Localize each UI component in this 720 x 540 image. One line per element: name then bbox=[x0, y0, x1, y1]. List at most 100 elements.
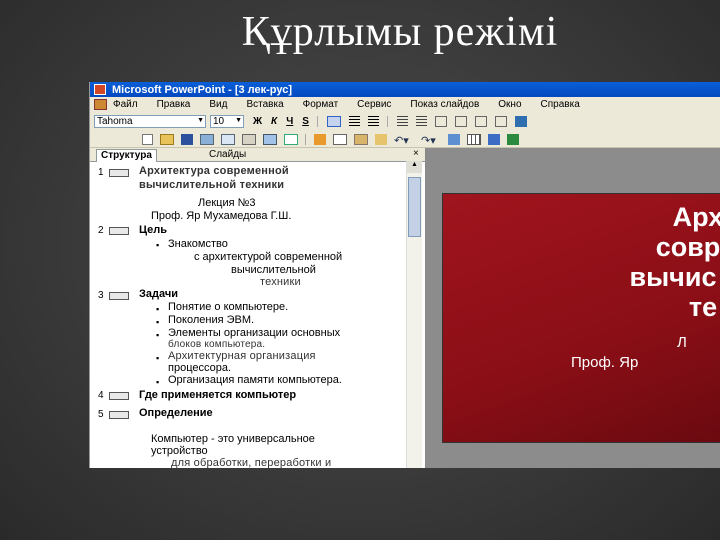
insert-picture-icon[interactable] bbox=[507, 133, 519, 145]
bold-button[interactable]: Ж bbox=[253, 116, 262, 127]
powerpoint-app-icon bbox=[94, 84, 106, 95]
email-icon[interactable] bbox=[221, 133, 235, 145]
align-center-icon[interactable] bbox=[348, 116, 360, 127]
chevron-down-icon: ▼ bbox=[197, 117, 204, 124]
menu-bar: Файл Правка Вид Вставка Формат Сервис По… bbox=[90, 97, 720, 112]
shadow-button[interactable]: S bbox=[302, 116, 309, 127]
font-color-icon[interactable] bbox=[514, 116, 527, 127]
outline-scrollbar[interactable]: ▲ bbox=[406, 161, 422, 468]
slide-number: 4 bbox=[98, 390, 104, 401]
scroll-thumb[interactable] bbox=[408, 177, 421, 237]
new-icon[interactable] bbox=[142, 133, 153, 145]
paste-icon[interactable] bbox=[354, 133, 368, 145]
font-name-value: Tahoma bbox=[97, 116, 133, 127]
tab-slides[interactable]: Слайды bbox=[205, 149, 250, 161]
spelling-icon[interactable] bbox=[284, 133, 298, 145]
outline-slide-title: Архитектура современной bbox=[139, 165, 289, 177]
menu-tools[interactable]: Сервис bbox=[357, 99, 391, 110]
chevron-down-icon: ▼ bbox=[235, 117, 242, 124]
slide-preview-subtitle: Проф. Яр bbox=[571, 354, 639, 371]
slide-icon[interactable] bbox=[109, 411, 129, 419]
outline-bullet: Организация памяти компьютера. bbox=[168, 374, 342, 386]
menu-edit[interactable]: Правка bbox=[157, 99, 191, 110]
menu-view[interactable]: Вид bbox=[209, 99, 227, 110]
slide-icon[interactable] bbox=[109, 227, 129, 235]
slide-number: 3 bbox=[98, 290, 104, 301]
print-icon[interactable] bbox=[242, 133, 256, 145]
permission-icon[interactable] bbox=[200, 133, 214, 145]
bullet-icon: ▪ bbox=[156, 240, 160, 250]
copy-icon[interactable] bbox=[333, 133, 347, 145]
numbering-icon[interactable] bbox=[396, 116, 408, 127]
open-icon[interactable] bbox=[160, 133, 174, 145]
bullets-icon[interactable] bbox=[415, 116, 427, 127]
window-title: Microsoft PowerPoint - [3 лек-рус] bbox=[112, 83, 293, 96]
insert-table-icon[interactable] bbox=[467, 133, 481, 145]
toolbar-separator bbox=[305, 133, 307, 145]
outline-slide-title: Где применяется компьютер bbox=[139, 389, 297, 401]
outline-slide-title-cont: вычислительной техники bbox=[139, 179, 285, 191]
align-left-icon[interactable] bbox=[326, 116, 341, 127]
redo-icon[interactable]: ↷▾ bbox=[421, 134, 441, 147]
decrease-indent-icon[interactable] bbox=[474, 116, 487, 127]
slide-preview-subtitle: Л bbox=[677, 334, 687, 351]
menu-window[interactable]: Окно bbox=[498, 99, 521, 110]
outline-text-line: Компьютер - это универсальное bbox=[151, 433, 315, 445]
slide-preview-title-line: те bbox=[688, 292, 718, 322]
save-icon[interactable] bbox=[181, 133, 193, 145]
outline-bullet-cont: с архитектурой современной bbox=[194, 251, 343, 263]
increase-font-icon[interactable] bbox=[434, 116, 447, 127]
underline-button[interactable]: Ч bbox=[286, 116, 293, 127]
outline-bullet: Поколения ЭВМ. bbox=[168, 314, 255, 326]
font-name-combo[interactable]: Tahoma ▼ bbox=[94, 115, 206, 128]
outline-bullet: Понятие о компьютере. bbox=[168, 301, 289, 313]
bullet-icon: ▪ bbox=[156, 330, 160, 340]
outline-text-line: Лекция №3 bbox=[198, 197, 256, 209]
menu-slideshow[interactable]: Показ слайдов bbox=[410, 99, 479, 110]
slide-icon[interactable] bbox=[109, 169, 129, 177]
outline-bullet: Архитектурная организация bbox=[168, 350, 316, 362]
slide-preview-title-line: совр bbox=[655, 232, 720, 262]
bullet-icon: ▪ bbox=[156, 353, 160, 363]
outline-text-line: устройство bbox=[151, 445, 208, 457]
pane-tabs: Структура Слайды × bbox=[90, 148, 425, 162]
powerpoint-window: Microsoft PowerPoint - [3 лек-рус] Файл … bbox=[89, 82, 720, 468]
undo-icon[interactable]: ↶▾ bbox=[394, 134, 414, 147]
outline-pane: Структура Слайды × 1 Архитектура совреме… bbox=[90, 148, 426, 468]
slide-icon[interactable] bbox=[109, 392, 129, 400]
tables-and-borders-icon[interactable] bbox=[488, 133, 500, 145]
italic-button[interactable]: К bbox=[271, 116, 277, 127]
outline-text-line: Проф. Яр Мухамедова Г.Ш. bbox=[151, 210, 292, 222]
outline-bullet-cont: процессора. bbox=[168, 362, 232, 374]
close-pane-button[interactable]: × bbox=[413, 148, 419, 159]
menu-help[interactable]: Справка bbox=[541, 99, 580, 110]
format-painter-icon[interactable] bbox=[375, 133, 387, 145]
cut-icon[interactable] bbox=[314, 133, 326, 145]
formatting-toolbar: Tahoma ▼ 10 ▼ Ж К Ч S bbox=[90, 112, 720, 132]
font-size-combo[interactable]: 10 ▼ bbox=[210, 115, 244, 128]
outline-bullet-cont: техники bbox=[260, 276, 301, 288]
outline-slide-title: Определение bbox=[139, 407, 213, 419]
outline-slide-title: Цель bbox=[139, 224, 168, 236]
outline-bullet-cont: блоков компьютера. bbox=[168, 339, 266, 350]
slide-icon[interactable] bbox=[109, 292, 129, 300]
outline-text[interactable]: 1 Архитектура современной вычислительной… bbox=[90, 161, 405, 468]
outline-text-line: для обработки, переработки и bbox=[171, 457, 332, 468]
slide-preview[interactable]: Арх совр вычис те Л Проф. Яр bbox=[442, 193, 720, 443]
menu-format[interactable]: Формат bbox=[303, 99, 339, 110]
slide-number: 1 bbox=[98, 167, 104, 178]
standard-toolbar: ↶▾ ↷▾ bbox=[90, 131, 720, 148]
decrease-font-icon[interactable] bbox=[454, 116, 467, 127]
menu-insert[interactable]: Вставка bbox=[246, 99, 283, 110]
insert-chart-icon[interactable] bbox=[448, 133, 460, 145]
document-icon[interactable] bbox=[94, 99, 107, 110]
align-right-icon[interactable] bbox=[367, 116, 379, 127]
bullet-icon: ▪ bbox=[156, 377, 160, 387]
increase-indent-icon[interactable] bbox=[494, 116, 507, 127]
slide-pane: Арх совр вычис те Л Проф. Яр bbox=[426, 148, 720, 468]
menu-file[interactable]: Файл bbox=[113, 99, 138, 110]
print-preview-icon[interactable] bbox=[263, 133, 277, 145]
scroll-up-icon[interactable]: ▲ bbox=[407, 161, 422, 173]
bullet-icon: ▪ bbox=[156, 304, 160, 314]
slide-title: Құрлымы режімі bbox=[241, 9, 559, 55]
